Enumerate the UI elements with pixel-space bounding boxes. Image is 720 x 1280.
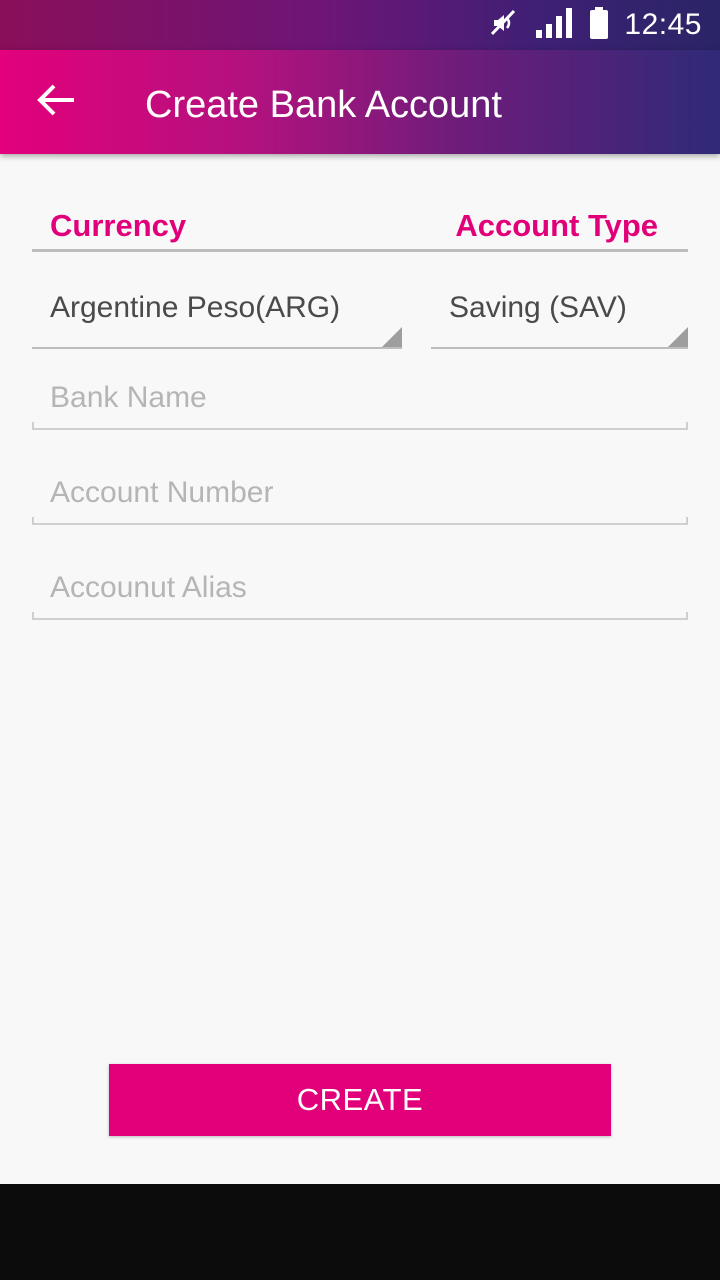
battery-icon	[588, 6, 610, 45]
bank-name-input[interactable]	[50, 370, 670, 426]
account-type-dropdown[interactable]: Saving (SAV)	[431, 279, 688, 349]
status-icons: 12:45	[486, 0, 702, 50]
account-number-field-container	[32, 465, 688, 525]
arrow-left-icon	[36, 83, 76, 122]
mute-icon	[486, 6, 520, 45]
bank-name-field-container	[32, 370, 688, 430]
navigation-bar	[0, 1184, 720, 1280]
dropdown-arrow-icon	[668, 327, 688, 347]
status-bar: 12:45	[0, 0, 720, 50]
form-header: Currency Account Type	[32, 204, 688, 252]
currency-value: Argentine Peso(ARG)	[50, 291, 341, 324]
account-type-label: Account Type	[455, 208, 658, 243]
dropdown-arrow-icon	[382, 327, 402, 347]
page-title: Create Bank Account	[145, 84, 502, 126]
account-alias-field-container	[32, 560, 688, 620]
account-type-value: Saving (SAV)	[449, 291, 627, 324]
app-bar: Create Bank Account	[0, 50, 720, 154]
currency-label: Currency	[50, 208, 187, 243]
account-alias-input[interactable]	[50, 560, 670, 616]
back-button[interactable]	[30, 76, 82, 128]
create-button[interactable]: CREATE	[109, 1064, 611, 1136]
status-time: 12:45	[624, 8, 702, 41]
currency-dropdown[interactable]: Argentine Peso(ARG)	[32, 279, 402, 349]
signal-icon	[534, 6, 574, 45]
account-number-input[interactable]	[50, 465, 670, 521]
